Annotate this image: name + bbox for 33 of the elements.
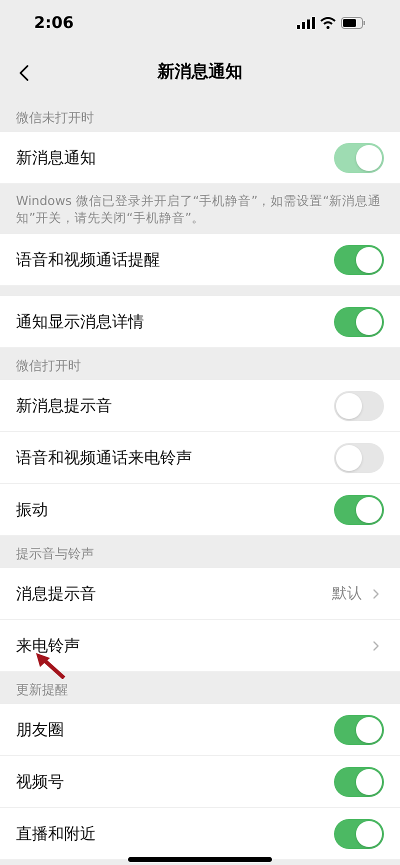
row-label: 新消息提示音: [16, 394, 112, 416]
status-time: 2:06: [34, 12, 74, 34]
toggle-switch[interactable]: [334, 766, 384, 796]
toggle-switch[interactable]: [334, 494, 384, 524]
row-label: 语音和视频通话提醒: [16, 248, 160, 270]
annotation-arrow: [36, 653, 66, 679]
row-label: 通知显示消息详情: [16, 310, 144, 332]
row-label: 新消息通知: [16, 146, 96, 168]
row-label: 朋友圈: [16, 718, 64, 740]
toggle-switch[interactable]: [334, 244, 384, 274]
row-label: 来电铃声: [16, 634, 80, 656]
toggle-switch[interactable]: [334, 390, 384, 420]
section-header: 提示音与铃声: [16, 546, 94, 564]
row-label: 振动: [16, 498, 48, 520]
row-label: 消息提示音: [16, 582, 96, 604]
toggle-switch[interactable]: [334, 818, 384, 848]
row-label: 语音和视频通话来电铃声: [16, 446, 192, 468]
section-header: 微信打开时: [16, 358, 81, 376]
wifi-icon: [320, 16, 336, 28]
note-text: Windows 微信已登录并开启了“手机静音”，如需设置“新消息通知”开关，请先关闭“手机静音”。: [16, 192, 382, 226]
toggle-switch[interactable]: [334, 714, 384, 744]
row-value: 默认: [332, 583, 362, 604]
section-header: 更新提醒: [16, 682, 68, 700]
row-label: 视频号: [16, 770, 64, 792]
page-title: 新消息通知: [158, 60, 242, 84]
battery-icon: [341, 16, 366, 28]
row-label: 直播和附近: [16, 822, 96, 844]
signal-icon: [297, 16, 315, 28]
settings-row[interactable]: 来电铃声: [0, 620, 400, 672]
toggle-switch[interactable]: [334, 442, 384, 472]
settings-row[interactable]: 消息提示音 默认: [0, 568, 400, 620]
toggle-switch[interactable]: [334, 306, 384, 336]
section-header: 微信未打开时: [16, 110, 94, 128]
